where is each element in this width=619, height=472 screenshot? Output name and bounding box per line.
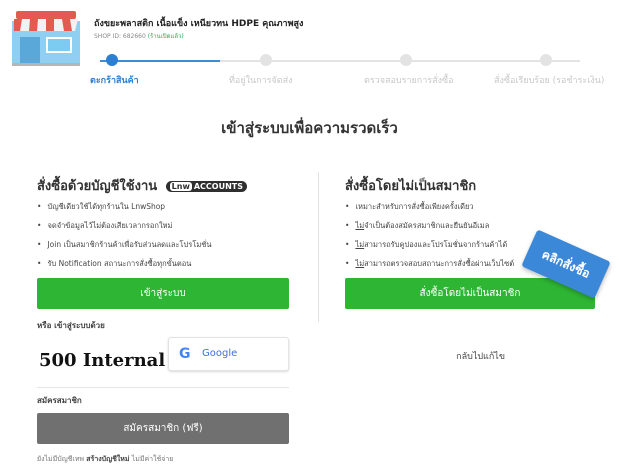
back-to-edit-link[interactable]: กลับไปแก้ไข — [456, 349, 505, 363]
footnote-prefix: ยังไม่มีบัญชีเทพ — [37, 455, 85, 463]
member-section-title: สั่งซื้อด้วยบัญชีใช้งาน Lnw ACCOUNTS — [37, 175, 248, 196]
signup-footnote: ยังไม่มีบัญชีเทพ สร้างบัญชีใหม่ ไม่มีค่า… — [37, 454, 173, 465]
or-login-with-label: หรือ เข้าสู่ระบบด้วย — [37, 321, 105, 330]
step-dot-cart — [106, 54, 118, 66]
guest-info-list: เหมาะสำหรับการสั่งซื้อเพียงครั้งเดียว ไม… — [345, 197, 514, 273]
shop-id: SHOP ID: 682660 (ร้านเปิดแล้ว) — [94, 31, 184, 41]
guest-section-title: สั่งซื้อโดยไม่เป็นสมาชิก — [345, 179, 477, 194]
list-item-text: จำเป็นต้องสมัครสมาชิกและยืนยันอีเมล — [364, 221, 490, 230]
lnw-accounts-logo: Lnw ACCOUNTS — [165, 181, 248, 192]
list-item-lead: ไม่ — [355, 240, 365, 249]
list-item: จดจำข้อมูลไว้ไม่ต้องเสียเวลากรอกใหม่ — [37, 216, 212, 235]
back-to-edit-row: กลับไปแก้ไข — [0, 349, 619, 363]
list-item-text: เหมาะสำหรับการสั่งซื้อเพียงครั้งเดียว — [355, 202, 474, 211]
list-item-text: สามารถตรวจสอบสถานะการสั่งซื้อผ่านเว็บไซต… — [364, 259, 515, 268]
list-item: Join เป็นสมาชิกร้านค้าเพื่อรับส่วนลดและโ… — [37, 235, 211, 254]
list-item: เหมาะสำหรับการสั่งซื้อเพียงครั้งเดียว — [345, 197, 514, 216]
shop-storefront-icon — [12, 11, 80, 66]
list-item-lead: ไม่ — [355, 221, 365, 230]
step-dot-complete — [540, 54, 552, 66]
list-item: ไม่จำเป็นต้องสมัครสมาชิกและยืนยันอีเมล — [345, 216, 514, 235]
lnw-logo-prefix: Lnw — [169, 182, 192, 191]
shop-name: ถังขยะพลาสติก เนื้อแข็ง เหนียวทน HDPE คุ… — [94, 19, 304, 29]
column-divider — [318, 172, 319, 322]
checkout-header: ถังขยะพลาสติก เนื้อแข็ง เหนียวทน HDPE คุ… — [0, 0, 619, 120]
shop-id-label: SHOP ID: 682660 — [94, 33, 146, 40]
list-item: รับ Notification สถานะการสั่งซื้อทุกขั้น… — [37, 254, 212, 273]
member-benefits-list: บัญชีเดียวใช้ได้ทุกร้านใน LnwShop จดจำข้… — [37, 197, 212, 273]
list-item: บัญชีเดียวใช้ได้ทุกร้านใน LnwShop — [37, 197, 212, 216]
section-divider — [37, 387, 289, 388]
step-label-complete: สั่งซื้อเรียบร้อย (รอชำระเงิน) — [494, 76, 605, 86]
step-label-address: ที่อยู่ในการจัดส่ง — [229, 76, 293, 86]
footnote-suffix: ไม่มีค่าใช้จ่าย — [131, 455, 174, 463]
list-item: ไม่สามารถตรวจสอบสถานะการสั่งซื้อผ่านเว็บ… — [345, 254, 514, 273]
progress-line-active — [100, 60, 220, 62]
list-item: ไม่สามารถรับคูปองและโปรโมชั่นจากร้านค้าไ… — [345, 235, 514, 254]
create-account-link[interactable]: สร้างบัญชีใหม่ — [86, 455, 129, 463]
step-dot-address — [260, 54, 272, 66]
list-item-text: สามารถรับคูปองและโปรโมชั่นจากร้านค้าได้ — [364, 240, 508, 249]
login-button[interactable]: เข้าสู่ระบบ — [37, 278, 289, 309]
step-label-review: ตรวจสอบรายการสั่งซื้อ — [364, 76, 454, 86]
signup-button[interactable]: สมัครสมาชิก (ฟรี) — [37, 413, 289, 444]
lnw-logo-text: ACCOUNTS — [193, 182, 244, 191]
guest-checkout-button[interactable]: สั่งซื้อโดยไม่เป็นสมาชิก — [345, 278, 595, 309]
signup-heading: สมัครสมาชิก — [37, 396, 82, 405]
step-dot-review — [400, 54, 412, 66]
list-item-lead: ไม่ — [355, 259, 365, 268]
page-title: เข้าสู่ระบบเพื่อความรวดเร็ว — [221, 119, 398, 137]
step-label-cart[interactable]: ตะกร้าสินค้า — [90, 73, 139, 87]
member-title-text: สั่งซื้อด้วยบัญชีใช้งาน — [37, 179, 158, 194]
shop-status: (ร้านเปิดแล้ว) — [147, 33, 184, 40]
